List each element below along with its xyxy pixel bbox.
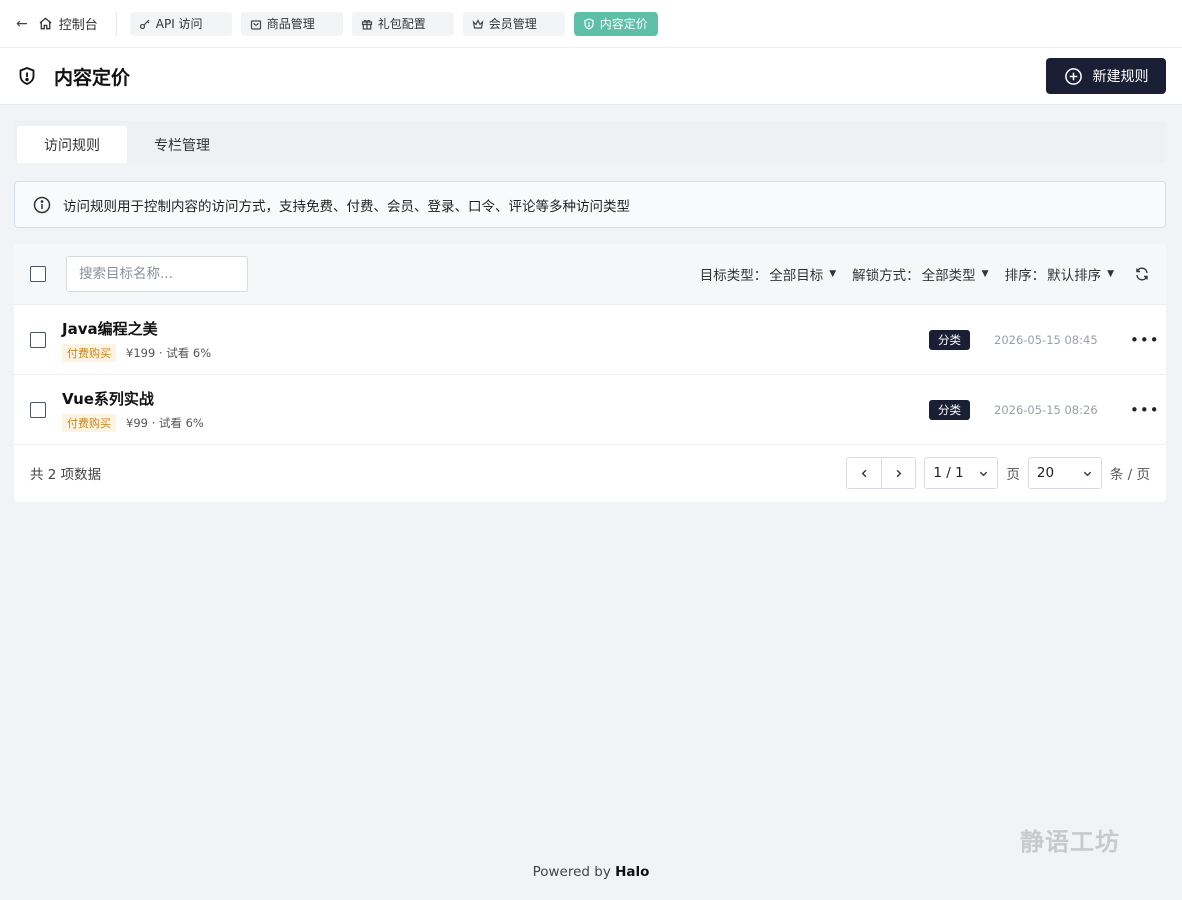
page-title: 内容定价	[54, 66, 131, 89]
row-info: Java编程之美 付费购买 ¥199 · 试看 6%	[62, 318, 211, 362]
filter-value: 全部目标	[769, 268, 824, 284]
total-count: 共 2 项数据	[30, 467, 102, 483]
tab-column-management[interactable]: 专栏管理	[127, 126, 237, 163]
paid-tag: 付费购买	[62, 413, 116, 432]
price-preview-text: ¥199 · 试看 6%	[126, 345, 212, 360]
list-toolbar: 目标类型： 全部目标 ▼ 解锁方式： 全部类型 ▼ 排序： 默认排序 ▼	[14, 244, 1166, 305]
next-page-button[interactable]	[881, 458, 916, 488]
target-type-badge: 分类	[929, 399, 970, 420]
nav-tab-label: 商品管理	[266, 17, 315, 31]
page-size-select[interactable]: 20	[1027, 457, 1102, 489]
module-tabs: API 访问 商品管理 礼包配置 会员管理 内容定价	[129, 11, 658, 36]
nav-tab-label: API 访问	[155, 17, 203, 31]
filter-group: 目标类型： 全部目标 ▼ 解锁方式： 全部类型 ▼ 排序： 默认排序 ▼	[700, 264, 1150, 284]
target-type-badge: 分类	[929, 329, 970, 350]
top-nav-bar: ← 控制台 API 访问 商品管理 礼包配置 会员管理 内容定价	[0, 0, 1182, 48]
bag-icon	[250, 19, 261, 30]
crown-icon	[472, 18, 484, 29]
nav-tab-members[interactable]: 会员管理	[462, 11, 565, 36]
powered-brand-link[interactable]: Halo	[615, 864, 649, 880]
row-right: 分类 2026-05-15 08:26 •••	[929, 399, 1159, 420]
chevron-left-icon	[861, 469, 867, 477]
caret-down-icon: ▼	[981, 269, 989, 279]
filter-label: 目标类型：	[699, 268, 768, 284]
tab-access-rules[interactable]: 访问规则	[17, 126, 127, 163]
paid-tag: 付费购买	[62, 343, 116, 362]
nav-tab-api-access[interactable]: API 访问	[129, 11, 232, 36]
back-label: 控制台	[58, 18, 98, 33]
chevron-right-icon	[896, 469, 902, 477]
row-meta: 付费购买 ¥99 · 试看 6%	[62, 413, 204, 432]
page-header: 内容定价 新建规则	[0, 48, 1182, 105]
pager: 1 / 1 页 20 条 / 页	[846, 457, 1150, 489]
row-title[interactable]: Vue系列实战	[62, 388, 204, 409]
row-date: 2026-05-15 08:26	[994, 402, 1098, 417]
nav-tab-content-pricing[interactable]: 内容定价	[573, 11, 658, 36]
filter-sort[interactable]: 排序： 默认排序 ▼	[1005, 264, 1114, 284]
filter-value: 默认排序	[1047, 268, 1102, 284]
sub-tabs: 访问规则 专栏管理	[14, 121, 1166, 163]
info-icon	[33, 196, 51, 213]
prev-page-button[interactable]	[847, 458, 882, 488]
new-rule-label: 新建规则	[1092, 69, 1149, 85]
plus-circle-icon	[1064, 67, 1082, 85]
filter-target-type[interactable]: 目标类型： 全部目标 ▼	[700, 264, 836, 284]
page-size-unit: 条 / 页	[1109, 467, 1150, 483]
row-right: 分类 2026-05-15 08:45 •••	[929, 329, 1159, 350]
info-notice: 访问规则用于控制内容的访问方式，支持免费、付费、会员、登录、口令、评论等多种访问…	[14, 181, 1166, 228]
nav-tab-label: 礼包配置	[377, 17, 426, 31]
row-meta: 付费购买 ¥199 · 试看 6%	[62, 343, 212, 362]
new-rule-button[interactable]: 新建规则	[1046, 58, 1166, 94]
search-input[interactable]	[66, 256, 248, 292]
back-to-console-button[interactable]: ← 控制台	[16, 11, 117, 36]
key-icon	[139, 19, 150, 29]
price-preview-text: ¥99 · 试看 6%	[126, 415, 204, 430]
filter-label: 排序：	[1004, 268, 1046, 284]
filter-label: 解锁方式：	[852, 268, 920, 284]
page-select[interactable]: 1 / 1	[924, 457, 999, 489]
table-row[interactable]: Vue系列实战 付费购买 ¥99 · 试看 6% 分类 2026-05-15 0…	[14, 375, 1166, 445]
shield-icon	[19, 67, 35, 85]
refresh-icon[interactable]	[1134, 266, 1150, 282]
more-options-icon[interactable]: •••	[1130, 331, 1159, 349]
row-checkbox[interactable]	[30, 331, 46, 348]
row-info: Vue系列实战 付费购买 ¥99 · 试看 6%	[62, 388, 204, 432]
table-row[interactable]: Java编程之美 付费购买 ¥199 · 试看 6% 分类 2026-05-15…	[14, 305, 1166, 375]
row-title[interactable]: Java编程之美	[62, 318, 211, 339]
row-date: 2026-05-15 08:45	[994, 332, 1098, 347]
nav-tab-label: 会员管理	[488, 17, 537, 31]
filter-value: 全部类型	[921, 268, 976, 284]
select-all-checkbox[interactable]	[30, 266, 46, 282]
caret-down-icon: ▼	[1107, 269, 1114, 279]
page-nav-buttons	[846, 457, 917, 489]
powered-by-footer: Powered by Halo	[0, 864, 1182, 880]
nav-tab-gift-packs[interactable]: 礼包配置	[351, 11, 454, 36]
pagination-bar: 共 2 项数据 1 / 1 页 20 条 / 页	[14, 445, 1166, 501]
page-select-value: 1 / 1	[933, 465, 964, 481]
watermark: 静语工坊	[1020, 828, 1120, 856]
gift-icon	[361, 19, 372, 30]
notice-text: 访问规则用于控制内容的访问方式，支持免费、付费、会员、登录、口令、评论等多种访问…	[63, 198, 630, 215]
nav-tab-products[interactable]: 商品管理	[240, 11, 343, 36]
page-size-value: 20	[1036, 465, 1055, 481]
chevron-down-icon	[980, 471, 988, 476]
rules-list-panel: 目标类型： 全部目标 ▼ 解锁方式： 全部类型 ▼ 排序： 默认排序 ▼ Jav…	[14, 244, 1166, 502]
powered-prefix: Powered by	[532, 864, 611, 880]
shield-icon	[584, 17, 594, 30]
chevron-down-icon	[1083, 471, 1092, 476]
more-options-icon[interactable]: •••	[1130, 401, 1159, 419]
page-unit: 页	[1006, 467, 1020, 483]
row-checkbox[interactable]	[30, 401, 46, 418]
home-icon	[39, 17, 52, 30]
nav-tab-label: 内容定价	[599, 17, 648, 31]
arrow-left-icon: ←	[16, 15, 28, 32]
filter-unlock-method[interactable]: 解锁方式： 全部类型 ▼	[852, 264, 988, 284]
caret-down-icon: ▼	[829, 269, 837, 279]
